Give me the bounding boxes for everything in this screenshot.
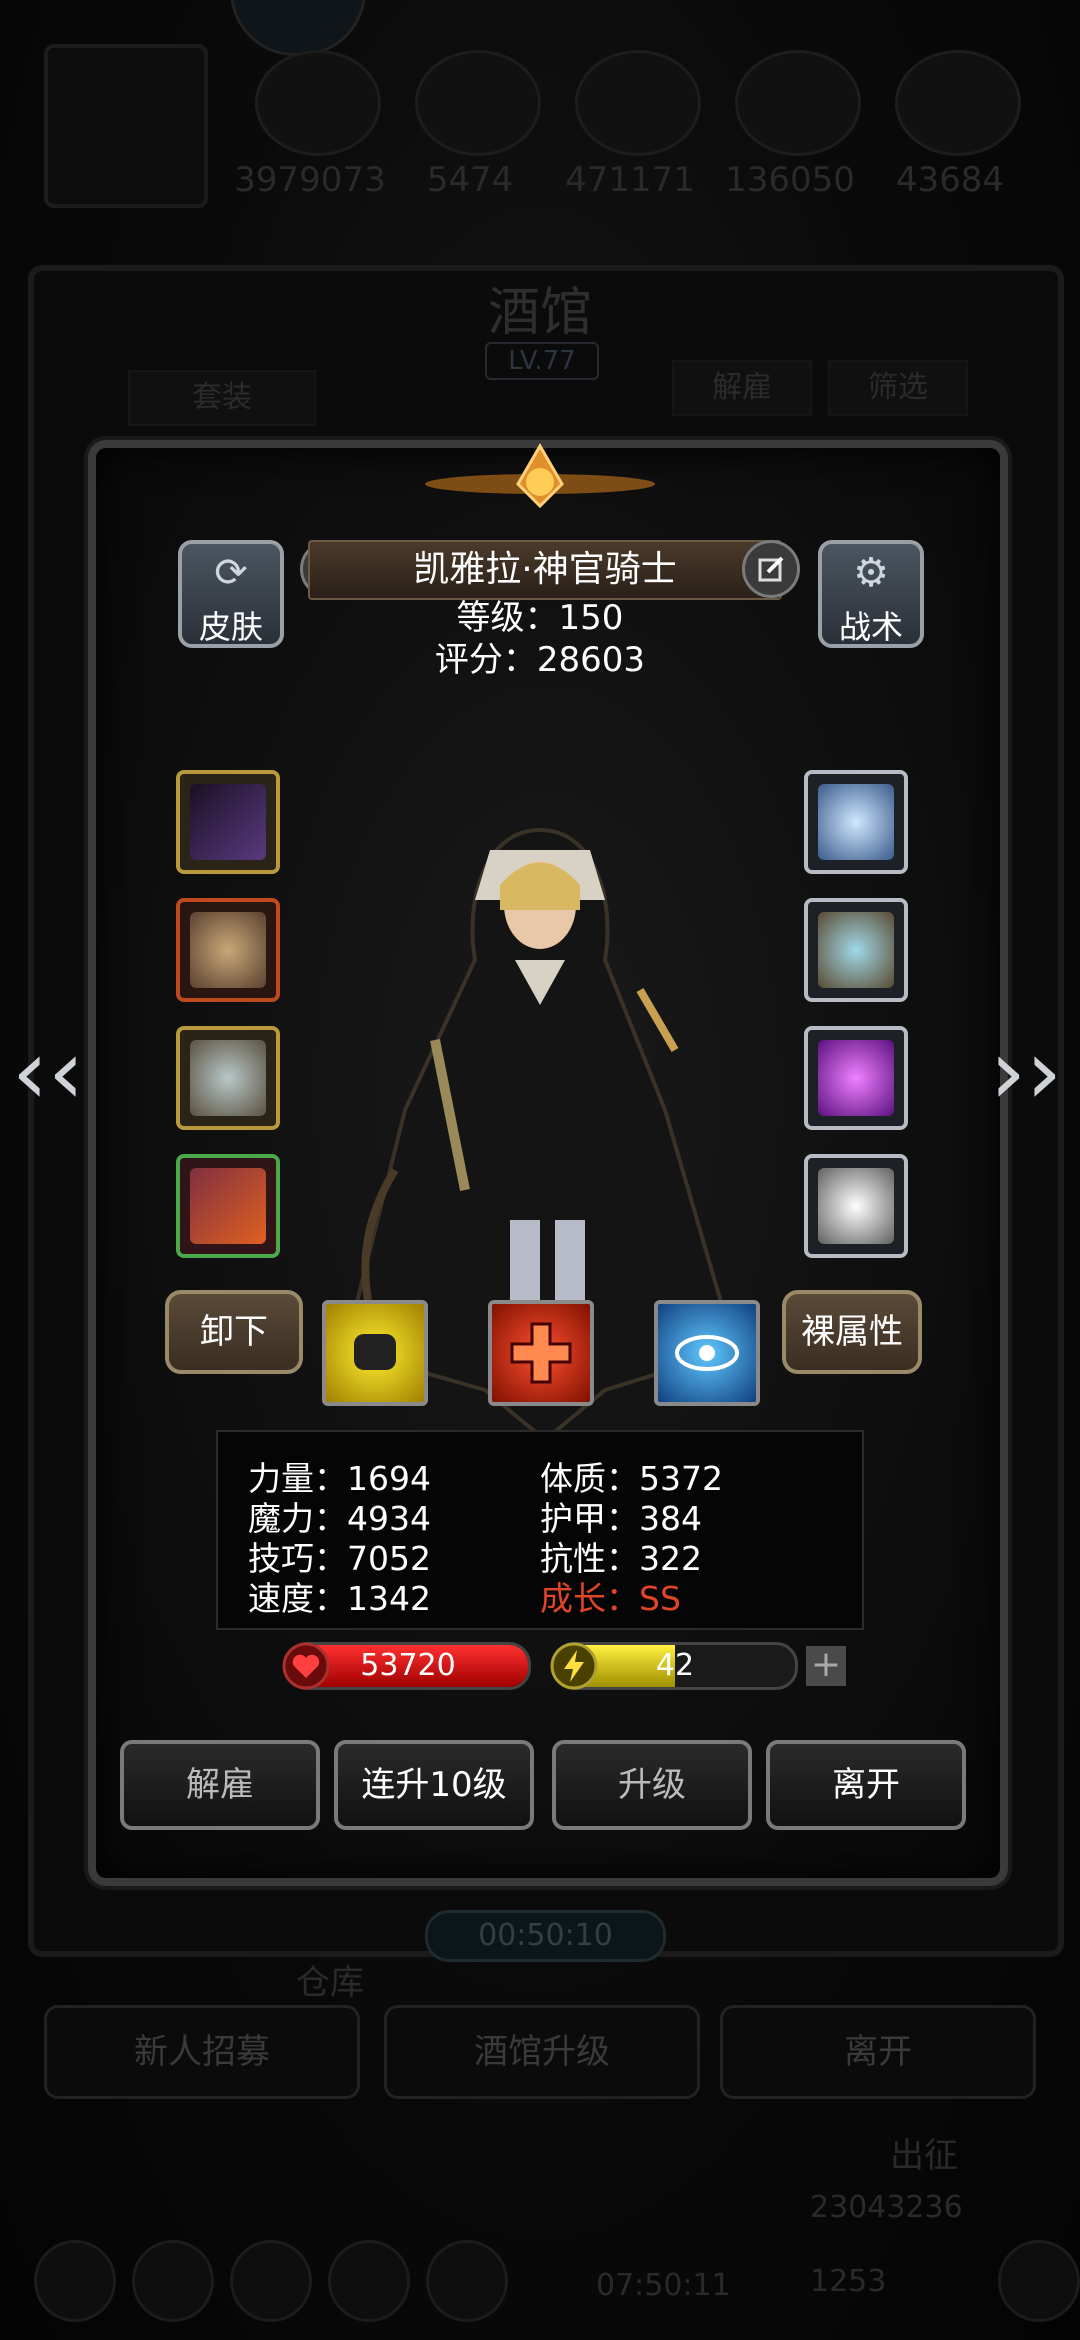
tavern-leave-button[interactable]: 离开 bbox=[720, 2005, 1036, 2099]
level-up-button[interactable]: 升级 bbox=[552, 1740, 752, 1830]
tavern-level: LV.77 bbox=[485, 342, 599, 380]
resource-icon-5 bbox=[895, 50, 1021, 156]
crystal-icon bbox=[818, 1040, 894, 1116]
unequip-button[interactable]: 卸下 bbox=[165, 1290, 303, 1374]
equip-slot-wing[interactable] bbox=[804, 1154, 908, 1258]
naked-attribute-button[interactable]: 裸属性 bbox=[782, 1290, 922, 1374]
expedition-label[interactable]: 出征 bbox=[890, 2128, 958, 2177]
menu-icon-5[interactable] bbox=[426, 2240, 508, 2322]
necklace-icon bbox=[190, 1040, 266, 1116]
gem-icon bbox=[818, 912, 894, 988]
resource-value: 3979073 bbox=[234, 160, 386, 200]
next-hero-arrow[interactable]: ›› bbox=[990, 1020, 1062, 1125]
resource-icon-1 bbox=[255, 50, 381, 156]
ring-icon bbox=[818, 784, 894, 860]
equip-slot-ring[interactable] bbox=[804, 770, 908, 874]
dismiss-button[interactable]: 解雇 bbox=[120, 1740, 320, 1830]
stat-growth: 成长：SS bbox=[540, 1579, 681, 1618]
menu-icon-4[interactable] bbox=[328, 2240, 410, 2322]
level-up-10-button[interactable]: 连升10级 bbox=[334, 1740, 534, 1830]
resource-value: 43684 bbox=[895, 160, 1005, 200]
resource-icon-4 bbox=[735, 50, 861, 156]
lightning-icon bbox=[550, 1642, 598, 1690]
set-button[interactable]: 套装 bbox=[128, 370, 316, 426]
recruit-button[interactable]: 新人招募 bbox=[44, 2005, 360, 2099]
gold-value: 23043236 bbox=[810, 2190, 963, 2225]
prev-hero-arrow[interactable]: ‹‹ bbox=[12, 1020, 84, 1125]
hero-score: 评分：28603 bbox=[434, 640, 646, 680]
menu-icon-6[interactable] bbox=[998, 2240, 1080, 2322]
equip-slot-gem[interactable] bbox=[804, 898, 908, 1002]
skill-heal-icon[interactable] bbox=[488, 1300, 594, 1406]
skill-fist-icon[interactable] bbox=[322, 1300, 428, 1406]
player-avatar[interactable] bbox=[44, 44, 208, 208]
tavern-dismiss-button[interactable]: 解雇 bbox=[672, 360, 812, 416]
resource-icon-3 bbox=[575, 50, 701, 156]
resource-value: 471171 bbox=[565, 160, 695, 200]
tavern-title: 酒馆 bbox=[487, 283, 592, 343]
emblem-icon bbox=[425, 443, 655, 509]
gem-value: 1253 bbox=[810, 2264, 887, 2299]
leave-button[interactable]: 离开 bbox=[766, 1740, 966, 1830]
warehouse-label[interactable]: 仓库 bbox=[296, 1955, 364, 2004]
equip-slot-necklace[interactable] bbox=[176, 1026, 280, 1130]
tavern-timer: 00:50:10 bbox=[425, 1910, 666, 1962]
wing-icon bbox=[818, 1168, 894, 1244]
armor-icon bbox=[190, 912, 266, 988]
tavern-upgrade-button[interactable]: 酒馆升级 bbox=[384, 2005, 700, 2099]
menu-icon-1[interactable] bbox=[34, 2240, 116, 2322]
bottom-timer: 07:50:11 bbox=[596, 2268, 731, 2303]
equip-slot-crystal[interactable] bbox=[804, 1026, 908, 1130]
resource-value: 5474 bbox=[426, 160, 514, 200]
resource-icon-2 bbox=[415, 50, 541, 156]
equip-slot-armor[interactable] bbox=[176, 898, 280, 1002]
menu-icon-3[interactable] bbox=[230, 2240, 312, 2322]
filter-button[interactable]: 筛选 bbox=[828, 360, 968, 416]
staff-icon bbox=[190, 784, 266, 860]
skill-eye-icon[interactable] bbox=[654, 1300, 760, 1406]
stat-speed: 速度：1342 bbox=[248, 1579, 431, 1618]
equip-slot-weapon[interactable] bbox=[176, 770, 280, 874]
add-energy-button[interactable]: + bbox=[806, 1646, 846, 1686]
special-item-icon bbox=[190, 1168, 266, 1244]
resource-value: 136050 bbox=[725, 160, 855, 200]
heart-icon bbox=[282, 1642, 330, 1690]
equip-slot-special[interactable] bbox=[176, 1154, 280, 1258]
menu-icon-2[interactable] bbox=[132, 2240, 214, 2322]
